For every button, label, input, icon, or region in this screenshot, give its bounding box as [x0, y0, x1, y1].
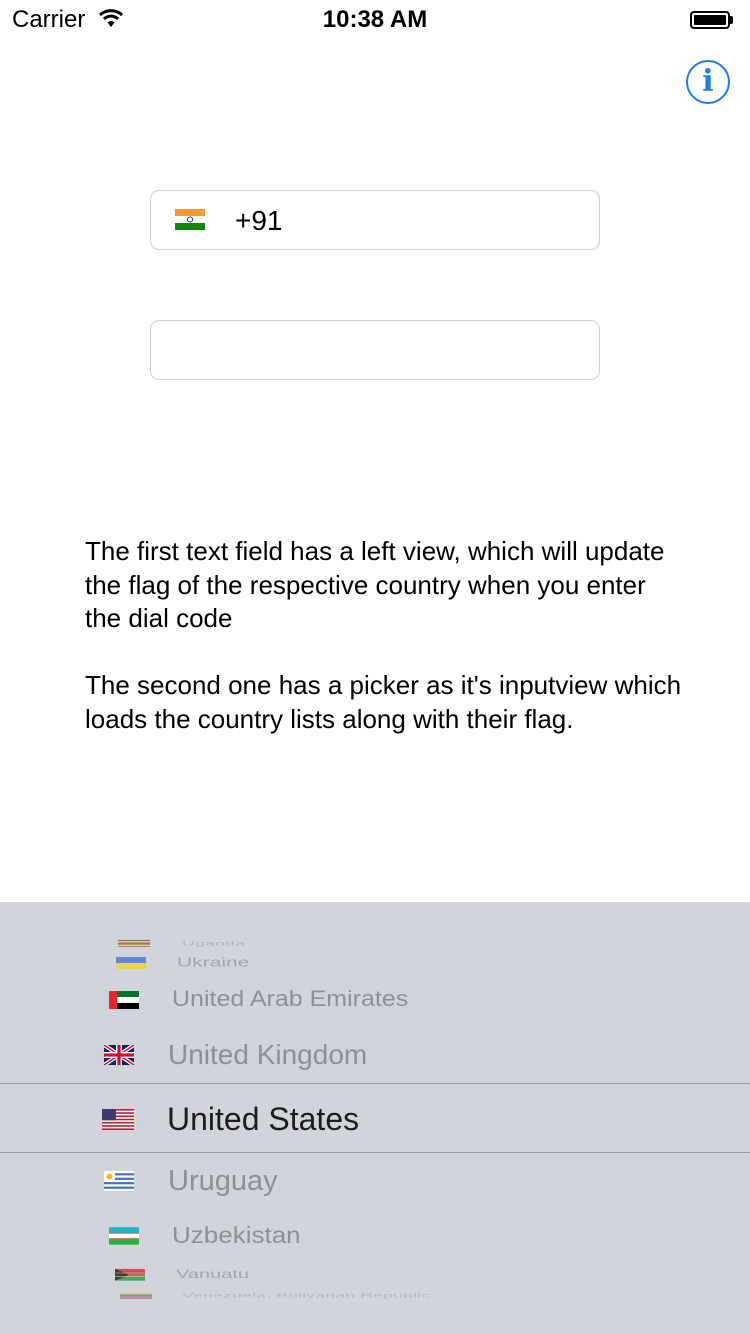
picker-row[interactable]: United States: [0, 1099, 750, 1139]
picker-row[interactable]: Uzbekistan: [0, 1221, 750, 1250]
picker-row-label: United States: [167, 1101, 360, 1137]
dial-code-value: +91: [235, 205, 283, 236]
description-paragraph-2: The second one has a picker as it's inpu…: [85, 670, 682, 734]
status-bar: Carrier 10:38 AM: [0, 0, 750, 40]
picker-row[interactable]: United Kingdom: [0, 1037, 750, 1072]
us-flag-icon: [102, 1109, 134, 1130]
picker-row[interactable]: Uruguay: [0, 1163, 750, 1199]
picker-row[interactable]: United Arab Emirates: [0, 986, 750, 1014]
picker-row-label: Uganda: [182, 939, 246, 947]
picker-row[interactable]: Vanuatu: [0, 1267, 750, 1282]
ukraine-flag-icon: [116, 957, 146, 969]
uruguay-flag-icon: [104, 1171, 134, 1191]
picker-row-label: Venezuela, Bolivarian Republic: [182, 1291, 431, 1299]
picker-row[interactable]: Ukraine: [0, 955, 750, 971]
picker-row-label: Ukraine: [177, 955, 250, 970]
picker-row[interactable]: Uganda: [0, 939, 750, 948]
dial-code-field[interactable]: +91: [150, 190, 600, 250]
picker-row-label: United Arab Emirates: [172, 986, 409, 1012]
uae-flag-icon: [109, 990, 139, 1009]
picker-row-label: Vanuatu: [176, 1267, 250, 1281]
country-picker[interactable]: Uganda Ukraine United Arab Emirates United …: [0, 902, 750, 1334]
uzbekistan-flag-icon: [109, 1227, 139, 1245]
india-flag-icon: [175, 209, 205, 230]
country-field[interactable]: [150, 320, 600, 380]
battery-icon: [690, 11, 734, 29]
clock: 10:38 AM: [322, 6, 428, 33]
venezuela-flag-icon: [120, 1291, 152, 1300]
picker-row[interactable]: Venezuela, Bolivarian Republic: [0, 1291, 750, 1300]
picker-selection-top-line: [0, 1083, 750, 1084]
picker-selection-bottom-line: [0, 1152, 750, 1153]
picker-row-label: United Kingdom: [168, 1039, 368, 1070]
picker-row-label: Uzbekistan: [172, 1221, 301, 1249]
info-icon[interactable]: i: [686, 60, 730, 104]
description-paragraph-1: The first text field has a left view, wh…: [85, 536, 665, 633]
uk-flag-icon: [104, 1045, 134, 1065]
picker-row-label: Uruguay: [168, 1165, 278, 1197]
vanuatu-flag-icon: [115, 1268, 145, 1281]
uganda-flag-icon: [118, 939, 150, 948]
